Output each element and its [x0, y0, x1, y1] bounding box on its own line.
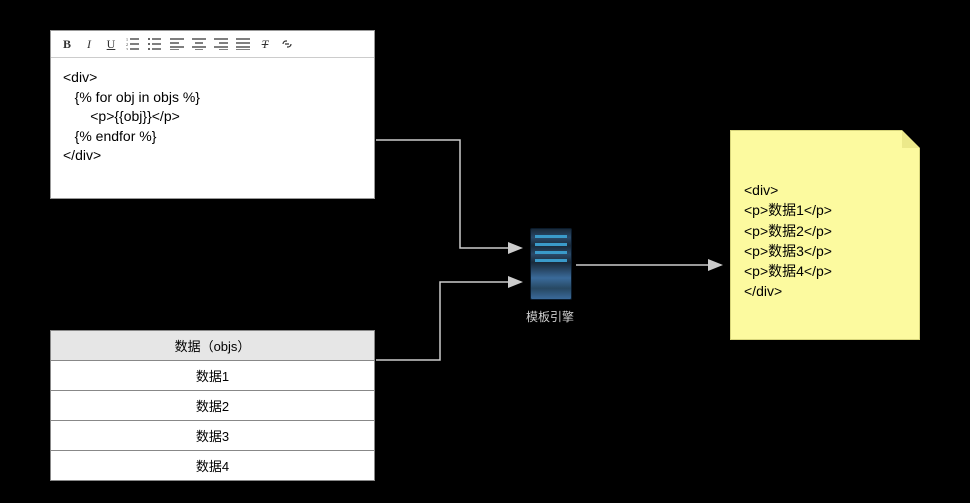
underline-button[interactable]: U [101, 35, 121, 53]
table-row: 数据2 [51, 391, 375, 421]
align-right-icon[interactable] [211, 35, 231, 53]
unordered-list-icon[interactable] [145, 35, 165, 53]
output-code: <div> <p>数据1</p> <p>数据2</p> <p>数据3</p> <… [730, 130, 920, 312]
ordered-list-icon[interactable]: 123 [123, 35, 143, 53]
italic-button[interactable]: I [79, 35, 99, 53]
template-code[interactable]: <div> {% for obj in objs %} <p>{{obj}}</… [51, 58, 374, 198]
server-label: 模板引擎 [505, 308, 595, 325]
clear-format-icon[interactable]: T [255, 35, 275, 53]
link-icon[interactable] [277, 35, 297, 53]
data-table: 数据（objs） 数据1 数据2 数据3 数据4 [50, 330, 375, 481]
svg-text:3: 3 [126, 47, 128, 50]
editor-toolbar: B I U 123 T [51, 31, 374, 58]
output-note: <div> <p>数据1</p> <p>数据2</p> <p>数据3</p> <… [730, 130, 920, 340]
table-row: 数据1 [51, 361, 375, 391]
align-justify-icon[interactable] [233, 35, 253, 53]
bold-button[interactable]: B [57, 35, 77, 53]
server-icon [530, 228, 572, 300]
template-editor: B I U 123 T <div> {% for obj in objs %} … [50, 30, 375, 199]
table-row: 数据4 [51, 451, 375, 481]
align-left-icon[interactable] [167, 35, 187, 53]
table-row: 数据3 [51, 421, 375, 451]
table-header: 数据（objs） [51, 331, 375, 361]
align-center-icon[interactable] [189, 35, 209, 53]
